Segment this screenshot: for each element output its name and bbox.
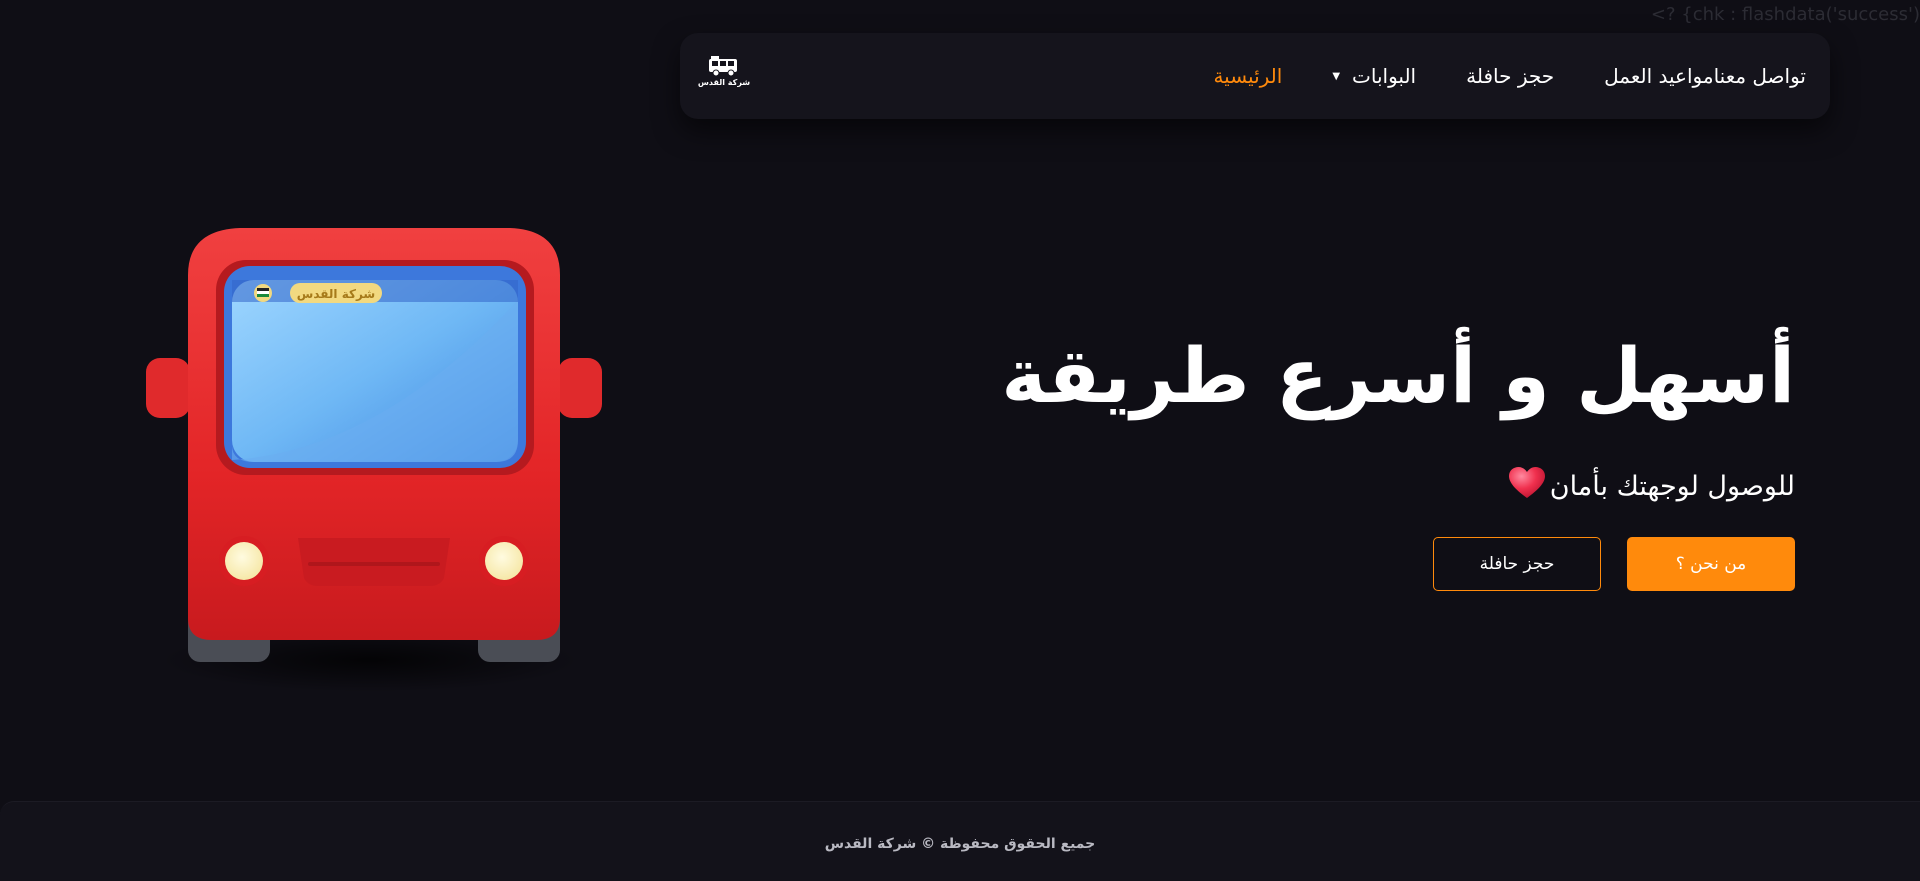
bus-sign-text: شركة القدس: [297, 287, 375, 301]
book-bus-button[interactable]: حجز حافلة: [1433, 537, 1601, 591]
logo[interactable]: شركة القدس: [698, 55, 750, 95]
hero-subtitle: للوصول لوجهتك بأمان: [1508, 466, 1795, 507]
bus-icon: شركة القدس: [146, 228, 602, 692]
copyright-text: جميع الحقوق محفوظة © شركة القدس: [824, 836, 1096, 852]
navbar: شركة القدس الرئيسية البوابات ▼ حجز حافلة…: [680, 33, 1830, 119]
debug-text: <? {chk : flashdata('success'): [1650, 4, 1920, 25]
nav-item-book-bus[interactable]: حجز حافلة: [1466, 64, 1554, 88]
hero-subtitle-text: للوصول لوجهتك بأمان: [1549, 471, 1795, 502]
caret-down-icon: ▼: [1332, 70, 1341, 82]
nav-item-gates[interactable]: البوابات ▼: [1332, 64, 1416, 88]
nav-item-gates-label: البوابات: [1352, 64, 1417, 88]
page: <? {chk : flashdata('success') شركة القد…: [0, 0, 1920, 881]
bus-logo-icon: [709, 56, 737, 77]
nav-item-home[interactable]: الرئيسية: [1213, 64, 1282, 88]
nav-item-contact[interactable]: تواصل معنا: [1714, 64, 1806, 88]
logo-text: شركة القدس: [697, 78, 751, 87]
nav-item-working-hours[interactable]: مواعيد العمل: [1604, 64, 1713, 88]
footer: جميع الحقوق محفوظة © شركة القدس: [0, 801, 1920, 881]
about-us-button[interactable]: من نحن ؟: [1627, 537, 1795, 591]
heart-icon: [1508, 466, 1546, 507]
bus-illustration: شركة القدس: [140, 220, 610, 700]
nav-links: الرئيسية البوابات ▼ حجز حافلة مواعيد الع…: [1163, 33, 1806, 119]
hero-title: أسهل و أسرع طريقة: [1001, 331, 1795, 420]
